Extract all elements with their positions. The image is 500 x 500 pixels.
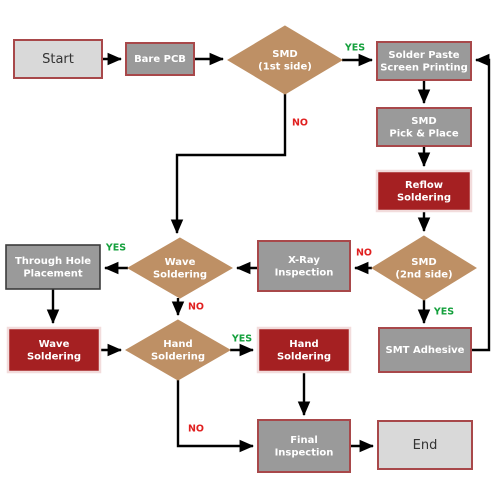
node-solder_paste[interactable]: Solder Paste Screen Printing [376, 41, 472, 81]
node-final_insp[interactable]: Final Inspection [257, 419, 351, 473]
pcb-assembly-flowchart: Start Bare PCB SMD (1st side) Solder Paste Sc… [0, 0, 500, 500]
decision-shape [126, 237, 234, 299]
edge-label-lbl_hand_no: NO [188, 424, 204, 435]
node-shape [5, 244, 101, 290]
node-label: SMT Adhesive [386, 345, 465, 356]
edge-label-layer: YES NO NO YES YES NO YES NO [105, 43, 454, 435]
node-start[interactable]: Start [13, 39, 103, 79]
edge-label-lbl_smd2_no: NO [356, 248, 372, 259]
node-shape [257, 419, 351, 473]
node-label: End [413, 438, 438, 453]
edge-label-lbl_smd1_yes: YES [344, 43, 365, 54]
node-reflow[interactable]: Reflow Soldering [375, 169, 473, 213]
node-pick_place[interactable]: SMD Pick & Place [376, 107, 472, 147]
edge-label-lbl_smd1_no: NO [292, 118, 308, 129]
decision-shape [371, 235, 477, 301]
node-layer: Start Bare PCB SMD (1st side) Solder Paste Sc… [5, 25, 477, 473]
node-shape [376, 41, 472, 81]
node-shape [256, 326, 352, 374]
edge-label-lbl_wave_yes: YES [105, 243, 126, 254]
node-label: Reflow Soldering [397, 180, 451, 204]
node-end[interactable]: End [377, 420, 473, 470]
node-bare_pcb[interactable]: Bare PCB [125, 42, 195, 76]
node-wave_proc[interactable]: Wave Soldering [6, 326, 102, 374]
node-xray[interactable]: X-Ray Inspection [257, 240, 351, 292]
flow-edge-e_hand_no [176, 380, 254, 453]
edge-label-lbl_wave_no: NO [188, 302, 204, 313]
decision-shape [124, 319, 232, 381]
edge-label-lbl_smd2_yes: YES [433, 307, 454, 318]
node-smd_1st[interactable]: SMD (1st side) [227, 25, 343, 95]
node-hand_dec[interactable]: Hand Soldering [124, 319, 232, 381]
node-shape [376, 107, 472, 147]
decision-shape [227, 25, 343, 95]
node-label: Start [42, 52, 74, 67]
node-shape [257, 240, 351, 292]
node-shape [375, 169, 473, 213]
node-wave_dec[interactable]: Wave Soldering [126, 237, 234, 299]
node-smt_adhesive[interactable]: SMT Adhesive [378, 327, 472, 373]
node-smd_2nd[interactable]: SMD (2nd side) [371, 235, 477, 301]
flow-edge-e_smd1_no [170, 94, 287, 234]
node-hand_proc[interactable]: Hand Soldering [256, 326, 352, 374]
node-shape [6, 326, 102, 374]
node-label: Through Hole Placement [15, 256, 91, 280]
flow-edge-e_adhesive_paste [471, 53, 491, 352]
edge-label-lbl_hand_yes: YES [231, 334, 252, 345]
node-through_hole[interactable]: Through Hole Placement [5, 244, 101, 290]
node-label: Bare PCB [134, 54, 186, 65]
node-label: Solder Paste Screen Printing [380, 50, 468, 74]
